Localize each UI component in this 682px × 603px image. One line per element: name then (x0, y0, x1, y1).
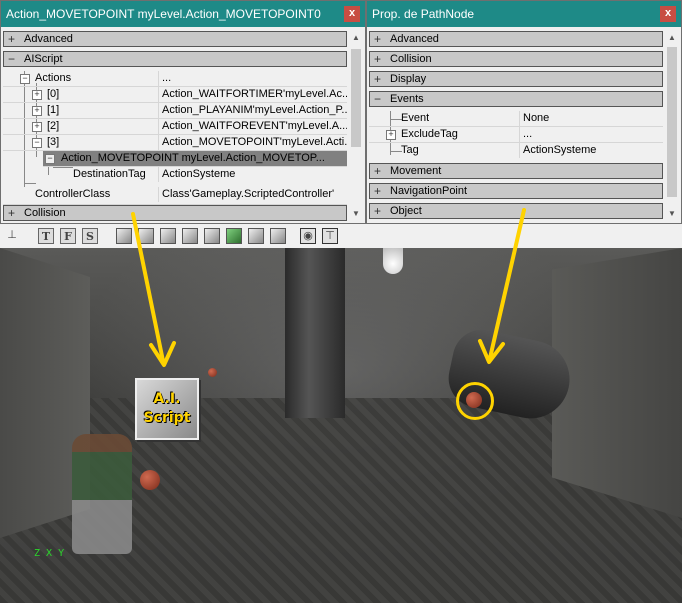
scroll-thumb[interactable] (351, 49, 361, 147)
category-navigationpoint[interactable]: + NavigationPoint (369, 183, 663, 199)
expand-icon[interactable]: + (32, 106, 42, 116)
left-close-button[interactable]: x (344, 6, 360, 22)
light-bulb-icon[interactable] (383, 248, 403, 274)
category-events[interactable]: − Events (369, 91, 663, 107)
pathnode-apple-icon[interactable] (140, 470, 160, 490)
expand-icon[interactable]: + (374, 184, 381, 198)
collapse-icon[interactable]: − (374, 92, 381, 106)
pipe-column (285, 248, 345, 418)
textured-cube-icon[interactable] (248, 228, 264, 244)
viewport-toolbar: ⊥ T F S ◉ ⊤ (0, 224, 682, 249)
category-advanced[interactable]: + Advanced (3, 31, 347, 47)
category-aiscript[interactable]: − AIScript (3, 51, 347, 67)
expand-icon[interactable]: + (32, 122, 42, 132)
category-collision[interactable]: + Collision (369, 51, 663, 67)
aiscript-tree: − Actions ... + [0] Action_WAITFORTIMER'… (3, 71, 347, 187)
player-character[interactable] (72, 434, 132, 554)
hammer-icon[interactable]: ⊤ (322, 228, 338, 244)
right-wall (552, 248, 682, 518)
ai-script-actor[interactable]: A.I. Script (135, 378, 199, 440)
lighting-cube-icon[interactable] (226, 228, 242, 244)
pathnode-apple-icon[interactable] (208, 368, 217, 377)
collapse-icon[interactable]: − (8, 52, 15, 66)
scroll-down-icon[interactable]: ▼ (665, 207, 679, 221)
zone-cube-icon[interactable] (138, 228, 154, 244)
left-properties-window: Action_MOVETOPOINT myLevel.Action_MOVETO… (0, 0, 366, 224)
solid-cube-icon[interactable] (204, 228, 220, 244)
expand-icon[interactable]: + (32, 90, 42, 100)
collapse-icon[interactable]: − (32, 138, 42, 148)
texture-cube-icon[interactable] (160, 228, 176, 244)
category-movement[interactable]: + Movement (369, 163, 663, 179)
scroll-down-icon[interactable]: ▼ (349, 207, 363, 221)
bsp-cube-icon[interactable] (182, 228, 198, 244)
category-advanced[interactable]: + Advanced (369, 31, 663, 47)
expand-icon[interactable]: + (374, 32, 381, 46)
wireframe-cube-icon[interactable] (116, 228, 132, 244)
view-top-button[interactable]: T (38, 228, 54, 244)
collapse-icon[interactable]: − (45, 154, 55, 164)
prop-actions[interactable]: − Actions ... (3, 71, 347, 87)
axes-gizmo: Z X Y (34, 548, 65, 559)
view-front-button[interactable]: F (60, 228, 76, 244)
right-properties-window: Prop. de PathNode x + Advanced + Collisi… (366, 0, 682, 224)
left-scrollbar[interactable]: ▲ ▼ (349, 31, 363, 221)
prop-action-3[interactable]: − [3] Action_MOVETOPOINT'myLevel.Acti... (3, 135, 347, 151)
eye-icon[interactable]: ◉ (300, 228, 316, 244)
right-scrollbar[interactable]: ▲ ▼ (665, 31, 679, 221)
expand-icon[interactable]: + (374, 72, 381, 86)
scroll-up-icon[interactable]: ▲ (665, 31, 679, 45)
expand-icon[interactable]: + (374, 204, 381, 218)
highlight-circle (456, 382, 494, 420)
prop-event[interactable]: Event None (369, 111, 663, 127)
stacked-cubes-icon[interactable] (270, 228, 286, 244)
scroll-up-icon[interactable]: ▲ (349, 31, 363, 45)
prop-controller-class[interactable]: ControllerClass Class'Gameplay.ScriptedC… (3, 187, 347, 205)
view-side-button[interactable]: S (82, 228, 98, 244)
prop-exclude-tag[interactable]: + ExcludeTag ... (369, 127, 663, 143)
expand-icon[interactable]: + (374, 164, 381, 178)
prop-action-0[interactable]: + [0] Action_WAITFORTIMER'myLevel.Ac... (3, 87, 347, 103)
category-object[interactable]: + Object (369, 203, 663, 219)
prop-action-1[interactable]: + [1] Action_PLAYANIM'myLevel.Action_P..… (3, 103, 347, 119)
scroll-thumb[interactable] (667, 47, 677, 197)
category-collision[interactable]: + Collision (3, 205, 347, 221)
expand-icon[interactable]: + (8, 206, 15, 220)
collapse-icon[interactable]: − (20, 74, 30, 84)
right-close-button[interactable]: x (660, 6, 676, 22)
right-window-title[interactable]: Prop. de PathNode x (367, 1, 681, 27)
expand-icon[interactable]: + (374, 52, 381, 66)
3d-viewport[interactable]: A.I. Script Z X Y (0, 248, 682, 603)
pin-icon[interactable]: ⊥ (4, 228, 20, 244)
events-tree: Event None + ExcludeTag ... Tag ActionSy… (369, 111, 663, 159)
prop-moveto-object[interactable]: − Action_MOVETOPOINT myLevel.Action_MOVE… (43, 151, 347, 167)
expand-icon[interactable]: + (8, 32, 15, 46)
prop-action-2[interactable]: + [2] Action_WAITFOREVENT'myLevel.A... (3, 119, 347, 135)
prop-tag[interactable]: Tag ActionSysteme (369, 143, 663, 159)
category-display[interactable]: + Display (369, 71, 663, 87)
right-property-list: + Advanced + Collision + Display − Event… (369, 31, 663, 221)
expand-icon[interactable]: + (386, 130, 396, 140)
left-property-list: + Advanced − AIScript − Actions ... + [0… (3, 31, 347, 221)
left-window-title[interactable]: Action_MOVETOPOINT myLevel.Action_MOVETO… (1, 1, 365, 27)
prop-destination-tag[interactable]: DestinationTag ActionSysteme (3, 167, 347, 183)
